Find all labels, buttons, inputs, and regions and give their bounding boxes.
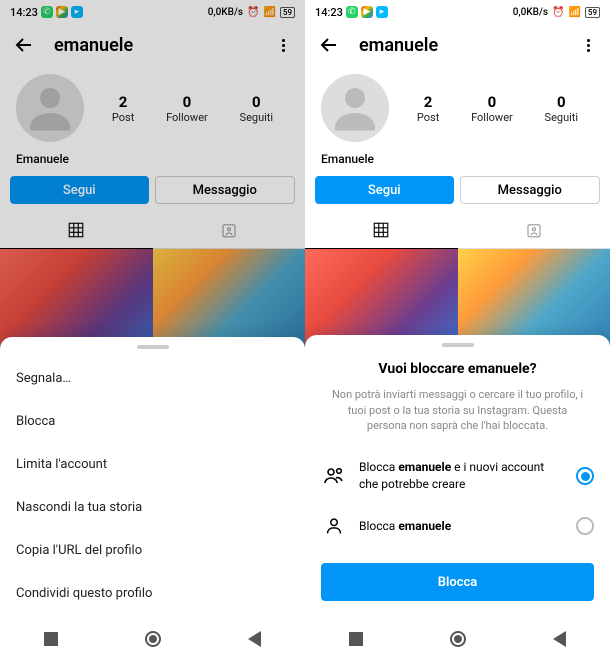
header-username: emanuele bbox=[359, 35, 578, 56]
menu-block[interactable]: Blocca bbox=[0, 400, 305, 443]
post-grid bbox=[305, 249, 610, 349]
status-speed: 0,0KB/s bbox=[208, 7, 243, 18]
block-title: Vuoi bloccare emanuele? bbox=[305, 355, 610, 387]
avatar[interactable] bbox=[321, 74, 389, 142]
block-option-label: Blocca emanuele e i nuovi account che po… bbox=[359, 459, 564, 493]
screen-menu: 14:23 ✆ ▶ ▸ 0,0KB/s ⏰ 📶 59 emanuele bbox=[0, 0, 305, 663]
stat-posts[interactable]: 2 Post bbox=[417, 93, 439, 124]
block-option-single[interactable]: Blocca emanuele bbox=[305, 503, 610, 549]
whatsapp-icon: ✆ bbox=[41, 6, 53, 18]
display-name: Emanuele bbox=[305, 148, 610, 176]
nav-home-icon[interactable] bbox=[145, 631, 161, 647]
status-time: 14:23 bbox=[315, 6, 343, 19]
tab-tagged[interactable] bbox=[458, 212, 610, 248]
app-icon: ▸ bbox=[376, 6, 388, 18]
nav-recent-icon[interactable] bbox=[349, 632, 363, 646]
people-icon bbox=[321, 463, 347, 489]
menu-restrict[interactable]: Limita l'account bbox=[0, 443, 305, 486]
stat-posts[interactable]: 2 Post bbox=[112, 93, 134, 124]
status-bar: 14:23 ✆ ▶ ▸ 0,0KB/s ⏰ 📶 59 bbox=[305, 0, 610, 24]
android-nav bbox=[305, 615, 610, 663]
post-thumb[interactable] bbox=[0, 249, 153, 349]
battery-icon: 59 bbox=[280, 7, 295, 18]
back-icon[interactable] bbox=[317, 33, 341, 57]
stat-followers[interactable]: 0 Follower bbox=[166, 93, 208, 124]
nav-back-icon[interactable] bbox=[248, 631, 261, 647]
wifi-icon: 📶 bbox=[263, 7, 275, 18]
menu-report[interactable]: Segnala… bbox=[0, 357, 305, 400]
tagged-icon bbox=[525, 221, 543, 239]
grid-icon bbox=[67, 221, 85, 239]
menu-copy-url[interactable]: Copia l'URL del profilo bbox=[0, 529, 305, 572]
block-description: Non potrà inviarti messaggi o cercare il… bbox=[305, 387, 610, 449]
message-button[interactable]: Messaggio bbox=[155, 176, 296, 204]
wifi-icon: 📶 bbox=[568, 7, 580, 18]
menu-hide-story[interactable]: Nascondi la tua storia bbox=[0, 486, 305, 529]
google-icon: ▶ bbox=[56, 6, 68, 18]
block-option-label: Blocca emanuele bbox=[359, 518, 564, 535]
header-username: emanuele bbox=[54, 35, 273, 56]
nav-back-icon[interactable] bbox=[553, 631, 566, 647]
stat-followers[interactable]: 0 Follower bbox=[471, 93, 513, 124]
block-option-all-accounts[interactable]: Blocca emanuele e i nuovi account che po… bbox=[305, 449, 610, 503]
screen-block-dialog: 14:23 ✆ ▶ ▸ 0,0KB/s ⏰ 📶 59 emanuele bbox=[305, 0, 610, 663]
follow-button[interactable]: Segui bbox=[315, 176, 454, 204]
back-icon[interactable] bbox=[12, 33, 36, 57]
post-grid bbox=[0, 249, 305, 349]
post-thumb[interactable] bbox=[458, 249, 610, 349]
post-thumb[interactable] bbox=[153, 249, 306, 349]
tab-grid[interactable] bbox=[305, 212, 458, 248]
radio-unchecked[interactable] bbox=[576, 517, 594, 535]
whatsapp-icon: ✆ bbox=[346, 6, 358, 18]
block-sheet: Vuoi bloccare emanuele? Non potrà inviar… bbox=[305, 335, 610, 615]
menu-share[interactable]: Condividi questo profilo bbox=[0, 572, 305, 615]
status-speed: 0,0KB/s bbox=[513, 7, 548, 18]
stat-following[interactable]: 0 Seguiti bbox=[240, 93, 274, 124]
radio-checked[interactable] bbox=[576, 467, 594, 485]
post-thumb[interactable] bbox=[305, 249, 458, 349]
avatar[interactable] bbox=[16, 74, 84, 142]
stat-following[interactable]: 0 Seguiti bbox=[545, 93, 579, 124]
follow-button[interactable]: Segui bbox=[10, 176, 149, 204]
android-nav bbox=[0, 615, 305, 663]
sheet-handle[interactable] bbox=[137, 345, 169, 349]
app-icon: ▸ bbox=[71, 6, 83, 18]
profile-header: emanuele bbox=[0, 24, 305, 66]
battery-icon: 59 bbox=[585, 7, 600, 18]
options-sheet: Segnala… Blocca Limita l'account Nascond… bbox=[0, 337, 305, 615]
google-icon: ▶ bbox=[361, 6, 373, 18]
nav-home-icon[interactable] bbox=[450, 631, 466, 647]
display-name: Emanuele bbox=[0, 148, 305, 176]
tab-grid[interactable] bbox=[0, 212, 153, 248]
grid-icon bbox=[372, 221, 390, 239]
block-confirm-button[interactable]: Blocca bbox=[321, 563, 594, 601]
profile-header: emanuele bbox=[305, 24, 610, 66]
status-time: 14:23 bbox=[10, 6, 38, 19]
tab-tagged[interactable] bbox=[153, 212, 306, 248]
sheet-handle[interactable] bbox=[442, 343, 474, 347]
person-icon bbox=[321, 513, 347, 539]
more-icon[interactable] bbox=[578, 39, 598, 52]
status-bar: 14:23 ✆ ▶ ▸ 0,0KB/s ⏰ 📶 59 bbox=[0, 0, 305, 24]
message-button[interactable]: Messaggio bbox=[460, 176, 601, 204]
alarm-icon: ⏰ bbox=[247, 7, 259, 18]
nav-recent-icon[interactable] bbox=[44, 632, 58, 646]
more-icon[interactable] bbox=[273, 39, 293, 52]
alarm-icon: ⏰ bbox=[552, 7, 564, 18]
tagged-icon bbox=[220, 221, 238, 239]
